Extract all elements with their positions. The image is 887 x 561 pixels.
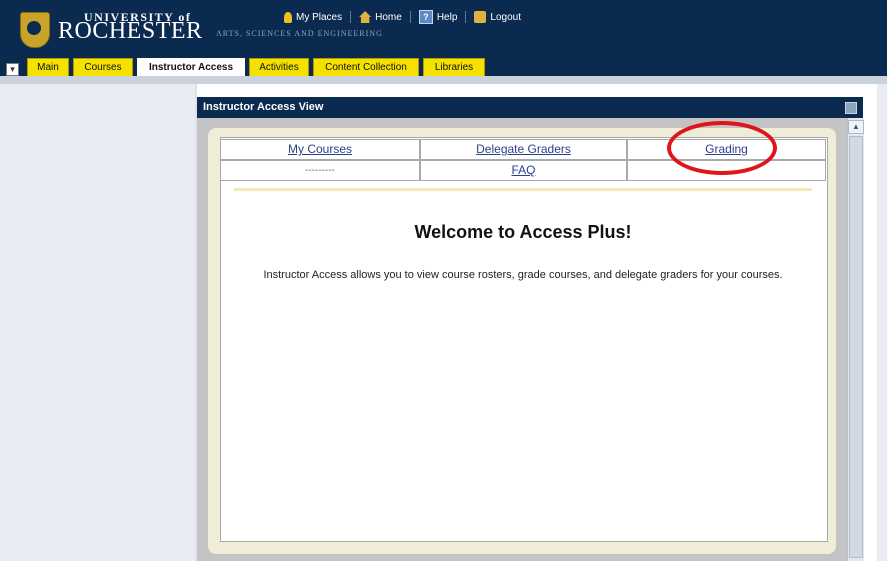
top-links: My Places Home ? Help Logout — [284, 10, 521, 24]
faq-link[interactable]: FAQ — [420, 160, 627, 181]
content-panel — [220, 137, 828, 542]
welcome-heading: Welcome to Access Plus! — [414, 222, 632, 242]
divider — [409, 11, 411, 23]
scroll-up-arrow-icon[interactable]: ▲ — [848, 120, 864, 134]
help-link[interactable]: Help — [437, 12, 458, 23]
tab-courses[interactable]: Courses — [73, 58, 133, 77]
highlight-circle — [667, 121, 777, 175]
my-courses-link[interactable]: My Courses — [220, 139, 420, 160]
portlet-title: Instructor Access View — [203, 101, 324, 113]
left-pane — [0, 84, 195, 561]
my-places-icon — [284, 11, 292, 23]
tab-main[interactable]: Main — [27, 58, 69, 77]
portlet-title-bar: Instructor Access View — [197, 97, 863, 118]
tab-activities[interactable]: Activities — [249, 58, 309, 77]
delegate-graders-link[interactable]: Delegate Graders — [420, 139, 627, 160]
help-icon: ? — [418, 10, 433, 24]
collapse-toggle-icon[interactable]: ▾ — [6, 63, 19, 76]
sub-strip — [0, 76, 887, 84]
divider-line — [234, 188, 812, 191]
scroll-thumb[interactable] — [849, 136, 863, 558]
my-places-link[interactable]: My Places — [296, 12, 342, 23]
divider — [350, 11, 352, 23]
university-seal-icon — [20, 12, 50, 48]
welcome-description: Instructor Access allows you to view cou… — [263, 269, 783, 281]
maximize-icon[interactable] — [845, 102, 857, 114]
right-edge — [877, 84, 887, 561]
tab-content-collection[interactable]: Content Collection — [313, 58, 419, 77]
logout-link[interactable]: Logout — [490, 12, 521, 23]
divider — [465, 11, 467, 23]
top-header: UNIVERSITY of ROCHESTER ARTS, SCIENCES A… — [0, 0, 887, 55]
tab-instructor-access[interactable]: Instructor Access — [137, 58, 245, 78]
tab-libraries[interactable]: Libraries — [423, 58, 485, 77]
portlet-scrollbar[interactable]: ▲ — [847, 118, 864, 561]
home-link[interactable]: Home — [375, 12, 402, 23]
home-icon — [359, 11, 372, 23]
empty-nav-cell: --------- — [220, 160, 420, 181]
logout-icon — [474, 11, 487, 23]
college-subtitle: ARTS, SCIENCES AND ENGINEERING — [216, 29, 383, 38]
university-name: ROCHESTER — [58, 18, 203, 44]
